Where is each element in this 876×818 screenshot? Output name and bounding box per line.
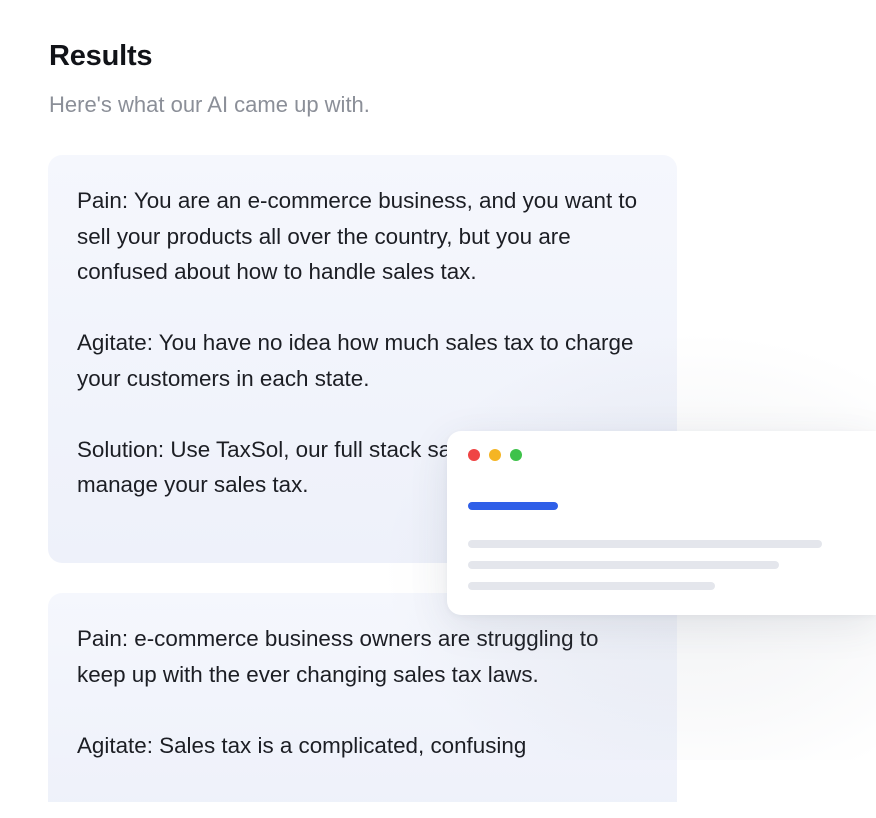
bottom-edge <box>0 802 876 818</box>
page-title: Results <box>49 40 153 72</box>
mockup-text-placeholder-2 <box>468 561 779 569</box>
window-close-dot-icon <box>468 449 480 461</box>
result-card-2: Pain: e-commerce business owners are str… <box>48 593 677 818</box>
browser-window-illustration <box>447 431 876 615</box>
mockup-text-placeholder-3 <box>468 582 715 590</box>
window-maximize-dot-icon <box>510 449 522 461</box>
result-1-agitate: Agitate: You have no idea how much sales… <box>77 330 634 391</box>
page-subtitle: Here's what our AI came up with. <box>49 92 370 117</box>
mockup-heading-placeholder <box>468 502 558 510</box>
mockup-text-placeholder-1 <box>468 540 822 548</box>
result-1-pain: Pain: You are an e-commerce business, an… <box>77 188 638 284</box>
result-2-pain: Pain: e-commerce business owners are str… <box>77 626 599 687</box>
window-minimize-dot-icon <box>489 449 501 461</box>
result-2-agitate: Agitate: Sales tax is a complicated, con… <box>77 732 527 758</box>
